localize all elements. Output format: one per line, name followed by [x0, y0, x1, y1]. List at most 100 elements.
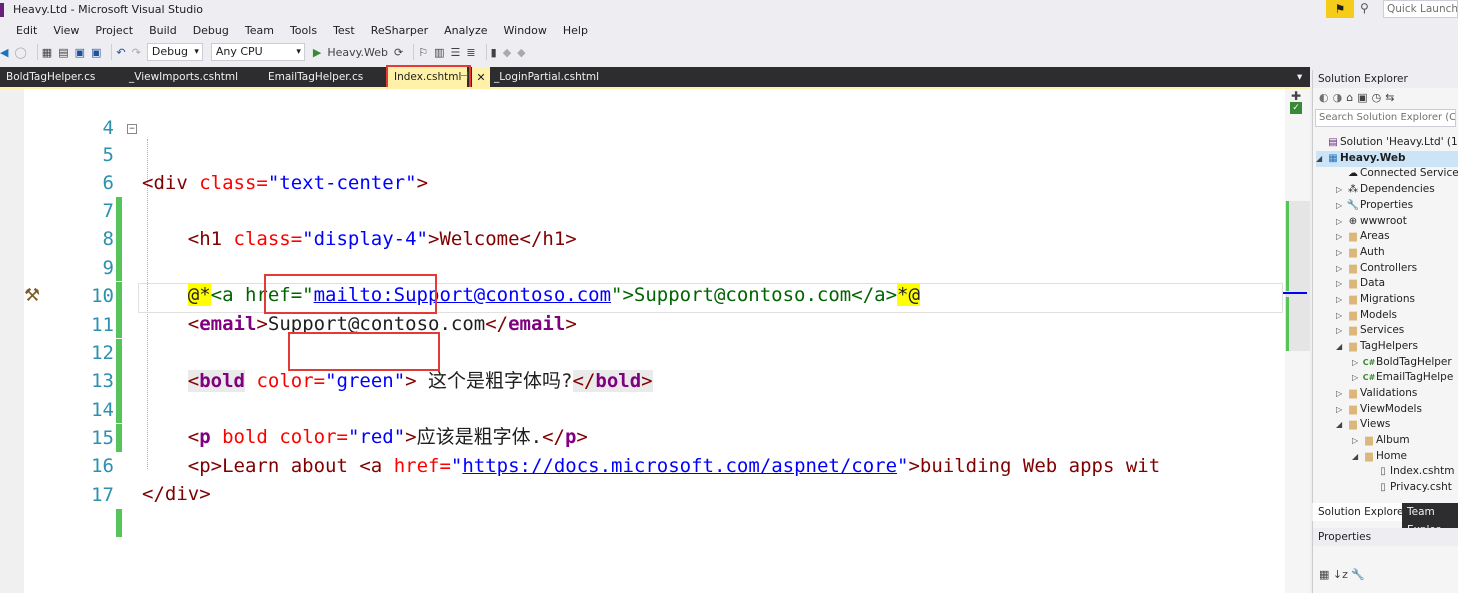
tree-node-data[interactable]: ▷ ▆ Data [1336, 276, 1385, 292]
save-all-icon[interactable]: ▣ [91, 46, 101, 59]
code-line: 5 <div class="text-center"> [102, 144, 429, 194]
se-switch-views-icon[interactable]: ▣ [1357, 91, 1371, 104]
menu-build[interactable]: Build [141, 21, 185, 40]
bookmark-prev-icon[interactable]: ◆ [503, 46, 511, 59]
tree-node-views[interactable]: ◢ ▆ Views [1336, 417, 1390, 433]
razor-file-icon: ▯ [1380, 482, 1386, 493]
tree-node-index-cshtml[interactable]: ▯ Index.cshtm [1376, 464, 1454, 480]
tree-node-home[interactable]: ◢ ▆ Home [1352, 449, 1407, 465]
back-icon[interactable]: ◀ [0, 46, 8, 59]
tab-emailtaghelper[interactable]: EmailTagHelper.cs [268, 67, 363, 88]
tree-node-solution[interactable]: ▤Solution 'Heavy.Ltd' (1 pr [1316, 135, 1458, 151]
tree-node-album[interactable]: ▷ ▆ Album [1352, 433, 1410, 449]
tab-viewimports[interactable]: _ViewImports.cshtml [129, 67, 238, 88]
notification-flag-icon[interactable]: ⚑ [1326, 0, 1354, 18]
tree-node-areas[interactable]: ▷ ▆ Areas [1336, 229, 1390, 245]
tool-window-tabs: Solution Explorer Team Explor [1312, 503, 1458, 539]
close-tab-icon[interactable]: ✕ [472, 67, 490, 88]
editor-scrollbar[interactable]: ✚ ✓ [1283, 89, 1310, 593]
tab-loginpartial[interactable]: _LoginPartial.cshtml [494, 67, 599, 88]
forward-icon[interactable]: ◯ [14, 46, 26, 59]
tab-solution-explorer[interactable]: Solution Explorer [1313, 503, 1413, 521]
tree-node-services[interactable]: ▷ ▆ Services [1336, 323, 1404, 339]
format-icon[interactable]: ☰ [451, 46, 461, 59]
se-forward-icon[interactable]: ◑ [1333, 91, 1347, 104]
alphabetical-icon[interactable]: ↓z [1333, 568, 1348, 581]
menu-analyze[interactable]: Analyze [436, 21, 495, 40]
tree-node-models[interactable]: ▷ ▆ Models [1336, 308, 1397, 324]
tree-node-controllers[interactable]: ▷ ▆ Controllers [1336, 261, 1417, 277]
se-sync-icon[interactable]: ⇆ [1385, 91, 1398, 104]
code-line: 14 [0, 368, 1285, 452]
menu-resharper[interactable]: ReSharper [363, 21, 436, 40]
tree-node-wwwroot[interactable]: ▷ ⊕ wwwroot [1336, 214, 1407, 230]
tree-node-taghelpers[interactable]: ◢ ▆ TagHelpers [1336, 339, 1418, 355]
menu-team[interactable]: Team [237, 21, 282, 40]
solution-icon: ▤ [1328, 137, 1338, 148]
menu-project[interactable]: Project [87, 21, 141, 40]
globe-icon: ⊕ [1348, 216, 1358, 227]
tab-overflow-icon[interactable]: ▾ [1297, 67, 1302, 88]
redo-icon[interactable]: ↷ [132, 46, 141, 59]
menu-edit[interactable]: Edit [0, 21, 45, 40]
bookmark-next-icon[interactable]: ◆ [517, 46, 525, 59]
window-title: Heavy.Ltd - Microsoft Visual Studio [13, 3, 204, 16]
tree-node-privacy-cshtml[interactable]: ▯ Privacy.csht [1376, 480, 1452, 496]
split-editor-icon[interactable]: ✚ [1291, 89, 1301, 103]
tab-boldtaghelper[interactable]: BoldTagHelper.cs [6, 67, 95, 88]
menu-test[interactable]: Test [325, 21, 363, 40]
tree-node-auth[interactable]: ▷ ▆ Auth [1336, 245, 1385, 261]
code-line: 4 [102, 117, 114, 139]
find-icon[interactable]: ⚐ [418, 46, 428, 59]
comment-icon[interactable]: ≣ [466, 46, 475, 59]
open-file-icon[interactable]: ▤ [58, 46, 68, 59]
solution-explorer-search[interactable]: Search Solution Explorer (Ctrl+;) [1315, 109, 1456, 127]
folder-icon: ▆ [1349, 294, 1357, 305]
quick-launch-input[interactable]: Quick Launch (Ctrl+Q) [1383, 0, 1458, 18]
new-project-icon[interactable]: ▦ [42, 46, 52, 59]
menu-tools[interactable]: Tools [282, 21, 325, 40]
standard-toolbar: ◀ ◯ ▦ ▤ ▣ ▣ ↶ ↷ Debug Any CPU ▶ Heavy.We… [0, 40, 1458, 64]
menu-help[interactable]: Help [555, 21, 596, 40]
code-editor[interactable]: ⚒ − 4 5 <div class="text-center"> 6 <h1 … [0, 89, 1310, 593]
cloud-icon: ☁ [1348, 168, 1358, 179]
categorized-icon[interactable]: ▦ [1319, 568, 1329, 581]
code-line: 6 <h1 class="display-4">Welcome</h1> [102, 172, 577, 250]
save-icon[interactable]: ▣ [75, 46, 85, 59]
highlight-green-attribute [264, 274, 437, 314]
bookmark-icon[interactable]: ▮ [491, 46, 497, 59]
undo-icon[interactable]: ↶ [116, 46, 125, 59]
tree-node-viewmodels[interactable]: ▷ ▆ ViewModels [1336, 402, 1422, 418]
menu-view[interactable]: View [45, 21, 87, 40]
toolbar-separator [485, 44, 487, 60]
tree-node-validations[interactable]: ▷ ▆ Validations [1336, 386, 1417, 402]
solution-configuration-select[interactable]: Debug [146, 43, 203, 61]
tree-node-dependencies[interactable]: ▷ ⁂ Dependencies [1336, 182, 1435, 198]
menu-window[interactable]: Window [496, 21, 555, 40]
layout-icon[interactable]: ▥ [434, 46, 444, 59]
no-issues-icon: ✓ [1290, 102, 1302, 114]
code-line: 9 <email>Support@contoso.com</email> [102, 257, 577, 335]
menu-debug[interactable]: Debug [185, 21, 237, 40]
folder-icon: ▆ [1349, 404, 1357, 415]
property-pages-icon[interactable]: 🔧 [1351, 568, 1365, 581]
tree-node-migrations[interactable]: ▷ ▆ Migrations [1336, 292, 1415, 308]
se-home-icon[interactable]: ⌂ [1346, 91, 1357, 104]
tree-node-project[interactable]: ◢ ▦ Heavy.Web [1316, 151, 1458, 167]
tree-node-properties[interactable]: ▷ 🔧Properties [1336, 198, 1413, 214]
code-line: 12 [0, 311, 1285, 395]
caret-position-marker [1283, 292, 1307, 294]
folder-icon: ▆ [1349, 231, 1357, 242]
menu-bar: Edit View Project Build Debug Team Tools… [0, 21, 596, 40]
se-back-icon[interactable]: ◐ [1319, 91, 1333, 104]
tree-node-connected-services[interactable]: ☁ Connected Service [1346, 166, 1458, 182]
se-pending-changes-icon[interactable]: ◷ [1372, 91, 1386, 104]
refresh-icon[interactable]: ⟳ [394, 46, 403, 59]
tree-node-boldtaghelper[interactable]: ▷ C#BoldTagHelper [1352, 355, 1452, 371]
feedback-icon[interactable]: ⚲ [1360, 1, 1369, 15]
tree-node-emailtaghelper[interactable]: ▷ C#EmailTagHelpe [1352, 370, 1453, 386]
code-line: 17 [0, 453, 1285, 537]
solution-platform-select[interactable]: Any CPU [210, 43, 305, 61]
run-target-button[interactable]: Heavy.Web [327, 46, 388, 59]
start-debugging-icon[interactable]: ▶ [313, 46, 321, 59]
